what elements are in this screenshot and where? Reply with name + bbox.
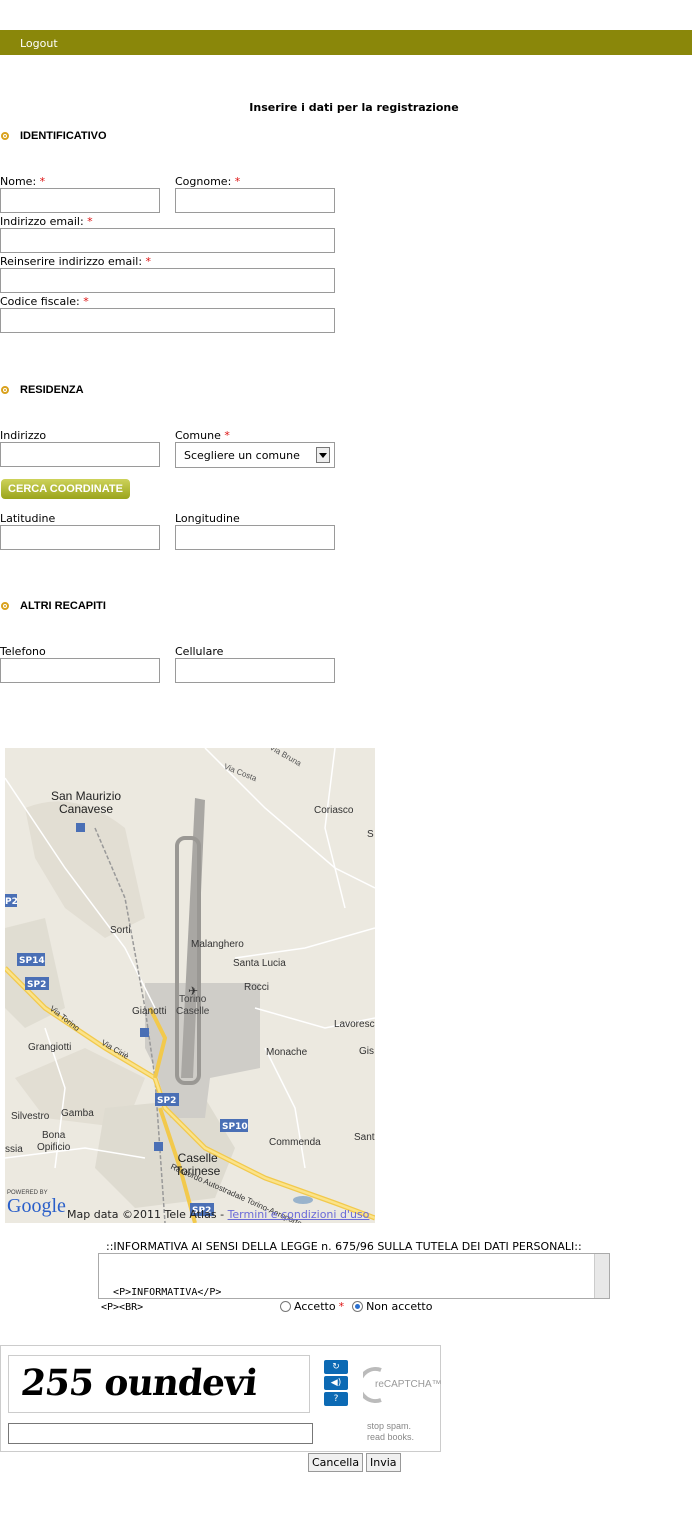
section-title: RESIDENZA [20, 384, 84, 396]
email-label: Indirizzo email: * [0, 215, 93, 228]
map-place: Sant [354, 1132, 375, 1143]
latitudine-input[interactable] [0, 525, 160, 550]
email-input[interactable] [0, 228, 335, 253]
svg-text:SP2: SP2 [157, 1096, 176, 1106]
cognome-input[interactable] [175, 188, 335, 213]
informativa-text: <P>INFORMATIVA</P> <P><BR> [101, 1287, 222, 1313]
latitudine-label: Latitudine [0, 512, 56, 525]
non-accetto-radio[interactable] [352, 1301, 364, 1312]
map-place: Rocci [244, 982, 270, 993]
captcha-challenge-text: 255 oundevi [18, 1362, 259, 1404]
map-place: Grangiotti [28, 1042, 72, 1053]
page-title: Inserire i dati per la registrazione [249, 101, 459, 114]
map-place: Silvestro [11, 1111, 50, 1122]
section-residenza: RESIDENZA [0, 383, 84, 397]
google-logo[interactable]: POWERED BY Google [7, 1190, 66, 1216]
cerca-coordinate-button[interactable]: CERCA COORDINATE [1, 479, 130, 499]
accetto-label: Accetto [294, 1300, 336, 1313]
map-place: Monache [266, 1047, 308, 1058]
non-accetto-label: Non accetto [366, 1300, 433, 1313]
telefono-input[interactable] [0, 658, 160, 683]
map-place: ssia [5, 1144, 23, 1155]
map-place: Gamba [61, 1108, 94, 1119]
accetto-radio[interactable] [280, 1301, 291, 1312]
submit-button[interactable]: Invia [366, 1453, 401, 1472]
help-icon[interactable]: ? [324, 1392, 348, 1406]
audio-icon[interactable]: ◀) [324, 1376, 348, 1390]
cellulare-label: Cellulare [175, 645, 224, 658]
codice-fiscale-label: Codice fiscale: * [0, 295, 89, 308]
required-mark: * [338, 1300, 345, 1313]
informativa-textarea[interactable]: <P>INFORMATIVA</P> <P><BR> [98, 1253, 610, 1313]
map-place: Coriasco [314, 805, 354, 816]
map-place-san-maurizio: San Maurizio Canavese [51, 789, 122, 816]
section-altri-recapiti: ALTRI RECAPITI [0, 599, 106, 613]
map-place-bona-opificio: Bona Opificio [37, 1130, 71, 1153]
longitudine-input[interactable] [175, 525, 335, 550]
nome-label: Nome: * [0, 175, 46, 188]
recaptcha-logo-text: reCAPTCHA™ [375, 1379, 442, 1390]
logout-link[interactable]: Logout [20, 37, 58, 50]
cognome-label: Cognome: * [175, 175, 241, 188]
bullet-icon [1, 386, 9, 394]
codice-fiscale-input[interactable] [0, 308, 335, 333]
comune-select-value: Scegliere un comune [184, 448, 300, 462]
top-nav-bar [0, 30, 692, 55]
svg-text:SP14: SP14 [19, 956, 45, 966]
telefono-label: Telefono [0, 645, 46, 658]
comune-label: Comune * [175, 429, 230, 442]
informativa-title: ::INFORMATIVA AI SENSI DELLA LEGGE n. 67… [106, 1240, 582, 1253]
indirizzo-input[interactable] [0, 442, 160, 467]
refresh-icon[interactable]: ↻ [324, 1360, 348, 1374]
section-title: ALTRI RECAPITI [20, 600, 106, 612]
recaptcha-logo: reCAPTCHA™ [357, 1366, 442, 1407]
cellulare-input[interactable] [175, 658, 335, 683]
map-place: Gis [359, 1046, 374, 1057]
captcha-response-input[interactable] [8, 1423, 313, 1444]
svg-text:SP2: SP2 [27, 980, 46, 990]
cancel-button[interactable]: Cancella [308, 1453, 364, 1472]
indirizzo-label: Indirizzo [0, 429, 47, 442]
email-confirm-label: Reinserire indirizzo email: * [0, 255, 152, 268]
consenso-radio-group: Accetto * Non accetto [280, 1300, 432, 1313]
bullet-icon [1, 602, 9, 610]
informativa-scrollbar[interactable] [594, 1254, 609, 1298]
email-confirm-input[interactable] [0, 268, 335, 293]
map-view[interactable]: P2 SP14 SP2 SP2 SP10 SP2 ✈ San Maurizio C… [5, 748, 375, 1223]
section-identificativo: IDENTIFICATIVO [0, 129, 107, 143]
map-attribution: Map data ©2011 Tele Atlas - Termini e co… [67, 1208, 369, 1221]
longitudine-label: Longitudine [175, 512, 240, 525]
google-wordmark: Google [7, 1195, 66, 1217]
bullet-icon [1, 132, 9, 140]
svg-text:SP10: SP10 [222, 1122, 248, 1132]
nome-input[interactable] [0, 188, 160, 213]
map-place: S [367, 829, 374, 840]
recaptcha-widget: 255 oundevi ↻ ◀) ? reCAPTCHA™ stop spam.… [0, 1345, 442, 1452]
map-place: Gianotti [132, 1006, 167, 1017]
section-title: IDENTIFICATIVO [20, 130, 107, 142]
map-place: Sorti [110, 925, 131, 936]
map-terms-link[interactable]: Termini e condizioni d'uso [228, 1208, 370, 1221]
map-place: Santa Lucia [233, 958, 286, 969]
chevron-down-icon[interactable] [316, 447, 330, 463]
map-place-torino-caselle: Torino Caselle [176, 994, 210, 1017]
map-place: Malanghero [191, 939, 244, 950]
map-place: Commenda [269, 1137, 321, 1148]
stop-spam-text: stop spam. read books. [367, 1421, 415, 1442]
map-place: Lavoresc [334, 1019, 375, 1030]
captcha-image: 255 oundevi [8, 1355, 310, 1413]
svg-text:P2: P2 [5, 897, 18, 907]
map-data-text: Map data ©2011 Tele Atlas - [67, 1208, 225, 1221]
comune-select[interactable]: Scegliere un comune [175, 442, 335, 468]
captcha-controls: ↻ ◀) ? [324, 1360, 348, 1406]
